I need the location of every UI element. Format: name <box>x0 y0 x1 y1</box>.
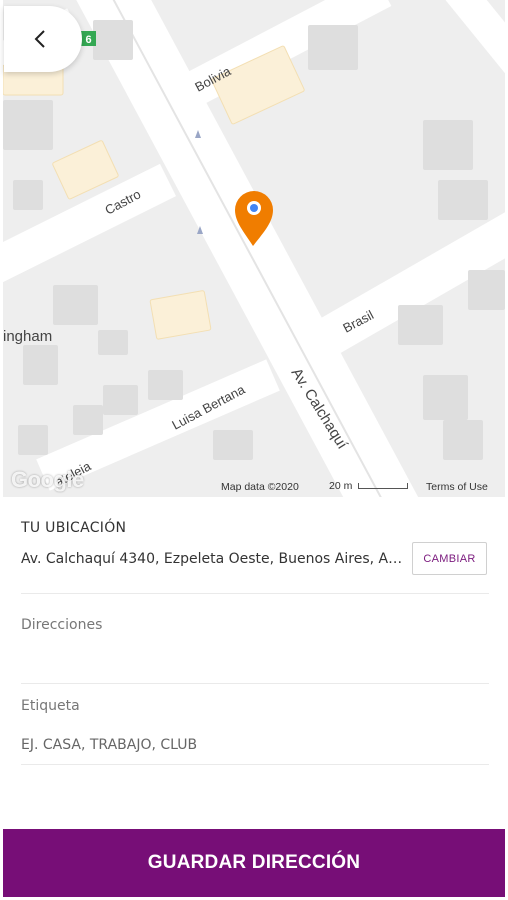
etiqueta-label: Etiqueta <box>21 698 80 714</box>
location-title: TU UBICACIÓN <box>21 520 127 536</box>
map-canvas[interactable]: 6 Bolivia Castro Brasil Luisa Bertana at… <box>3 0 505 497</box>
map-terms-link[interactable]: Terms of Use <box>426 481 488 493</box>
map-scale: 20 m <box>329 480 409 492</box>
direcciones-label: Direcciones <box>21 617 103 633</box>
chevron-left-icon <box>34 30 45 48</box>
map-scale-label: 20 m <box>329 480 353 492</box>
divider <box>21 593 489 594</box>
google-logo: Google <box>11 467 84 492</box>
address-form: TU UBICACIÓN Av. Calchaquí 4340, Ezpelet… <box>3 497 505 829</box>
street-label-ingham: ingham <box>3 328 52 345</box>
location-address: Av. Calchaquí 4340, Ezpeleta Oeste, Buen… <box>21 551 407 567</box>
road-badge: 6 <box>85 34 91 46</box>
divider <box>21 764 489 765</box>
map-scale-bar <box>358 483 409 489</box>
change-location-button[interactable]: CAMBIAR <box>412 542 487 575</box>
back-button[interactable] <box>4 6 82 72</box>
etiqueta-input[interactable] <box>21 731 487 759</box>
divider <box>21 683 489 684</box>
map-attribution: Map data ©2020 <box>221 481 299 493</box>
map-view[interactable]: 6 Bolivia Castro Brasil Luisa Bertana at… <box>3 0 505 497</box>
direcciones-input[interactable] <box>21 643 487 671</box>
save-address-button[interactable]: GUARDAR DIRECCIÓN <box>3 829 505 897</box>
